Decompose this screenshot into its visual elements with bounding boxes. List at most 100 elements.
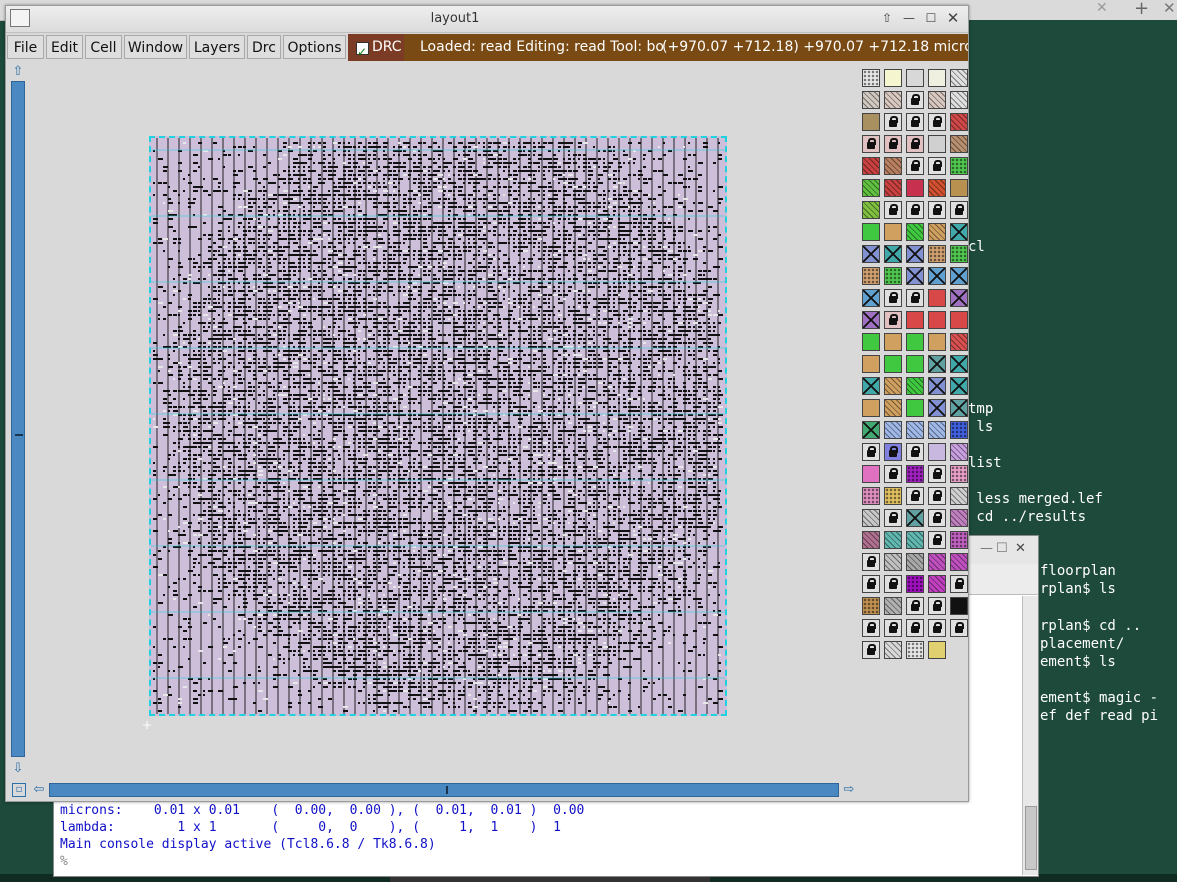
- layer-swatch[interactable]: [950, 509, 968, 527]
- layer-swatch[interactable]: [906, 267, 924, 285]
- layer-swatch[interactable]: [862, 69, 880, 87]
- minimize-icon[interactable]: —: [900, 10, 918, 26]
- layer-swatch[interactable]: [906, 443, 924, 461]
- layer-swatch[interactable]: [884, 289, 902, 307]
- console-scroll-thumb[interactable]: [1025, 806, 1037, 870]
- horizontal-scroll-marker[interactable]: [446, 786, 448, 794]
- layer-swatch[interactable]: [862, 179, 880, 197]
- layer-swatch[interactable]: [928, 641, 946, 659]
- layer-swatch[interactable]: [950, 487, 968, 505]
- layer-swatch[interactable]: [928, 135, 946, 153]
- layer-swatch[interactable]: [928, 575, 946, 593]
- layer-swatch[interactable]: [928, 553, 946, 571]
- layer-swatch[interactable]: [906, 223, 924, 241]
- horizontal-scroll-track[interactable]: [49, 783, 839, 797]
- menu-edit[interactable]: Edit: [46, 35, 83, 59]
- layer-swatch[interactable]: [928, 487, 946, 505]
- layer-swatch[interactable]: [884, 619, 902, 637]
- menu-file[interactable]: File: [7, 35, 44, 59]
- layer-swatch[interactable]: [906, 531, 924, 549]
- layer-swatch[interactable]: [928, 113, 946, 131]
- layout-window[interactable]: layout1 ⇧ — ☐ ✕ File Edit Cell Window La…: [5, 5, 969, 802]
- drc-checkbox-icon[interactable]: [356, 39, 369, 66]
- layer-swatch[interactable]: [950, 575, 968, 593]
- layer-swatch[interactable]: [862, 443, 880, 461]
- layer-swatch[interactable]: [906, 157, 924, 175]
- layer-swatch[interactable]: [862, 619, 880, 637]
- layer-swatch[interactable]: [862, 487, 880, 505]
- layer-swatch[interactable]: [862, 597, 880, 615]
- layer-swatch[interactable]: [862, 377, 880, 395]
- vertical-scroll-track[interactable]: [11, 81, 25, 757]
- layer-swatch[interactable]: [906, 509, 924, 527]
- layer-swatch[interactable]: [884, 443, 902, 461]
- layer-swatch[interactable]: [862, 289, 880, 307]
- layer-swatch[interactable]: [950, 465, 968, 483]
- layer-swatch[interactable]: [884, 399, 902, 417]
- layer-swatch[interactable]: [884, 223, 902, 241]
- layer-swatch[interactable]: [884, 113, 902, 131]
- layer-swatch[interactable]: [906, 91, 924, 109]
- layer-swatch[interactable]: [928, 509, 946, 527]
- layer-swatch[interactable]: [906, 641, 924, 659]
- layer-swatch[interactable]: [862, 575, 880, 593]
- layer-swatch[interactable]: [862, 421, 880, 439]
- layer-swatch[interactable]: [906, 179, 924, 197]
- layer-swatch[interactable]: [906, 113, 924, 131]
- layer-swatch[interactable]: [906, 465, 924, 483]
- console-scrollbar[interactable]: [1022, 596, 1038, 875]
- layer-swatch[interactable]: [950, 245, 968, 263]
- zoom-box-icon[interactable]: ▫: [12, 783, 26, 797]
- window-titlebar[interactable]: layout1 ⇧ — ☐ ✕: [6, 6, 968, 33]
- layer-swatch[interactable]: [884, 201, 902, 219]
- layer-swatch[interactable]: [950, 69, 968, 87]
- layer-swatch[interactable]: [950, 531, 968, 549]
- layer-swatch[interactable]: [928, 201, 946, 219]
- layer-swatch[interactable]: [950, 289, 968, 307]
- layer-swatch[interactable]: [884, 333, 902, 351]
- layer-swatch[interactable]: [862, 157, 880, 175]
- layer-swatch[interactable]: [906, 69, 924, 87]
- layer-swatch[interactable]: [862, 311, 880, 329]
- menu-layers[interactable]: Layers: [189, 35, 245, 59]
- horizontal-scrollbar[interactable]: ▫ ⇦ ⇨: [11, 781, 856, 799]
- layout-canvas[interactable]: +: [28, 63, 856, 779]
- layer-swatch[interactable]: [950, 443, 968, 461]
- layer-swatch[interactable]: [906, 333, 924, 351]
- scroll-up-icon[interactable]: ⇧: [10, 64, 26, 80]
- layer-swatch[interactable]: [950, 135, 968, 153]
- layer-swatch[interactable]: [906, 377, 924, 395]
- layer-swatch[interactable]: [862, 531, 880, 549]
- layer-swatch[interactable]: [906, 421, 924, 439]
- layer-swatch[interactable]: [906, 597, 924, 615]
- layer-swatch[interactable]: [950, 91, 968, 109]
- layer-swatch[interactable]: [906, 289, 924, 307]
- layer-swatch[interactable]: [950, 311, 968, 329]
- layer-swatch[interactable]: [950, 157, 968, 175]
- console-prompt[interactable]: %: [60, 854, 68, 869]
- layer-swatch[interactable]: [950, 399, 968, 417]
- layer-swatch[interactable]: [862, 201, 880, 219]
- layer-swatch[interactable]: [928, 157, 946, 175]
- layer-swatch[interactable]: [884, 575, 902, 593]
- layer-swatch[interactable]: [884, 465, 902, 483]
- layer-swatch[interactable]: [862, 641, 880, 659]
- layer-swatch[interactable]: [906, 575, 924, 593]
- menu-drc[interactable]: Drc: [247, 35, 281, 59]
- console-maximize-icon[interactable]: ☐: [996, 541, 1008, 556]
- layer-swatch[interactable]: [906, 311, 924, 329]
- layer-swatch[interactable]: [906, 245, 924, 263]
- layer-swatch[interactable]: [928, 443, 946, 461]
- layer-swatch[interactable]: [884, 91, 902, 109]
- layer-swatch[interactable]: [950, 179, 968, 197]
- menu-cell[interactable]: Cell: [85, 35, 122, 59]
- layer-swatch[interactable]: [862, 135, 880, 153]
- layer-swatch[interactable]: [884, 267, 902, 285]
- die-area[interactable]: [149, 136, 727, 716]
- layer-swatch[interactable]: [950, 201, 968, 219]
- layer-swatch[interactable]: [884, 179, 902, 197]
- layer-swatch[interactable]: [884, 487, 902, 505]
- layer-swatch[interactable]: [906, 553, 924, 571]
- layer-swatch[interactable]: [862, 113, 880, 131]
- console-close-icon[interactable]: ✕: [1015, 541, 1026, 556]
